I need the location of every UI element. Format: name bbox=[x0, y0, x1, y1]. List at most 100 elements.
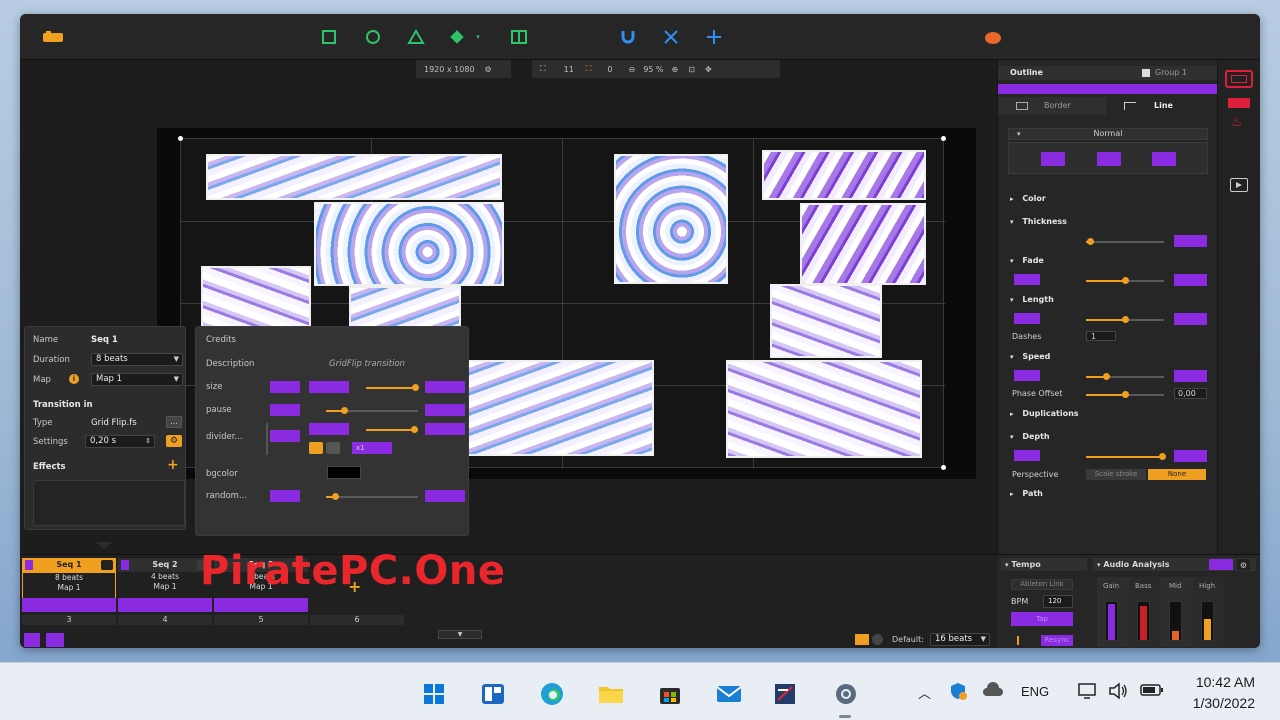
widgets-icon[interactable] bbox=[479, 680, 507, 708]
size-value-field[interactable] bbox=[309, 381, 349, 393]
canvas-handle[interactable] bbox=[178, 136, 183, 141]
pan-icon[interactable]: ✥ bbox=[705, 65, 712, 74]
battery-icon[interactable] bbox=[1140, 682, 1164, 700]
pen-tool-icon[interactable] bbox=[446, 26, 468, 48]
phase-field[interactable]: 0,00 bbox=[1174, 388, 1207, 399]
clock-date[interactable]: 1/30/2022 bbox=[1181, 695, 1255, 711]
canvas-handle[interactable] bbox=[941, 465, 946, 470]
fade-slider[interactable] bbox=[1086, 277, 1164, 284]
audio-analysis-header[interactable]: ▾ Audio Analysis ⚙ bbox=[1093, 558, 1256, 571]
random-max-field[interactable] bbox=[425, 490, 465, 502]
language-indicator[interactable]: ENG bbox=[1021, 684, 1049, 699]
length-slider[interactable] bbox=[1086, 316, 1164, 323]
tap-button[interactable]: Tap bbox=[1011, 612, 1073, 626]
network-icon[interactable] bbox=[1077, 681, 1099, 703]
line-style-swatch[interactable] bbox=[1097, 152, 1121, 166]
thickness-max-field[interactable] bbox=[1174, 235, 1207, 247]
surface-tile[interactable] bbox=[314, 202, 504, 286]
divider-value-field[interactable] bbox=[309, 423, 349, 435]
cloud-icon[interactable] bbox=[982, 682, 1004, 700]
add-effect-button[interactable]: + bbox=[167, 457, 179, 473]
grid-tool-icon[interactable] bbox=[508, 26, 530, 48]
app-logo-icon[interactable] bbox=[42, 26, 64, 48]
seq-tab[interactable]: Seq 2 bbox=[118, 558, 212, 572]
effects-list[interactable] bbox=[33, 480, 185, 526]
fit-icon[interactable]: ⛶ bbox=[540, 64, 546, 74]
section-color[interactable]: ▸ Color bbox=[998, 194, 1218, 203]
crosshair-icon[interactable] bbox=[703, 26, 725, 48]
divider-extra-field[interactable]: x1 bbox=[352, 442, 392, 454]
dashes-stepper[interactable]: 1 bbox=[1086, 331, 1116, 341]
settings-gear-icon[interactable]: ⚙ bbox=[166, 435, 182, 447]
line-style-swatch[interactable] bbox=[1152, 152, 1176, 166]
pause-max-field[interactable] bbox=[425, 404, 465, 416]
clock-time[interactable]: 10:42 AM bbox=[1187, 674, 1255, 690]
size-max-field[interactable] bbox=[425, 381, 465, 393]
select-icon[interactable]: ⛶ bbox=[586, 64, 592, 74]
surface-tile[interactable] bbox=[800, 203, 926, 285]
edge-browser-icon[interactable] bbox=[538, 680, 566, 708]
blend-mode-select[interactable]: ▾ Normal bbox=[998, 128, 1218, 140]
bass-meter[interactable] bbox=[1137, 601, 1150, 641]
pause-slider[interactable] bbox=[326, 407, 418, 414]
bgcolor-swatch[interactable] bbox=[327, 466, 361, 479]
lock-icon[interactable] bbox=[309, 442, 323, 454]
surface-tile[interactable] bbox=[614, 154, 728, 284]
size-min-field[interactable] bbox=[270, 381, 300, 393]
depth-min-field[interactable] bbox=[1014, 450, 1040, 461]
phase-slider[interactable] bbox=[1086, 391, 1164, 398]
fill-effect-icon[interactable] bbox=[1228, 98, 1250, 108]
map-info-icon[interactable]: i bbox=[69, 374, 79, 384]
speed-max-field[interactable] bbox=[1174, 370, 1207, 382]
seq-tab[interactable]: Seq 1 bbox=[22, 558, 116, 572]
random-min-field[interactable] bbox=[270, 490, 300, 502]
link-icon[interactable] bbox=[326, 442, 340, 454]
section-speed[interactable]: ▾ Speed bbox=[998, 352, 1218, 361]
duration-select[interactable]: 8 beats ▼ bbox=[91, 353, 183, 366]
line-style-swatch[interactable] bbox=[1041, 152, 1065, 166]
section-length[interactable]: ▾ Length bbox=[998, 295, 1218, 304]
tab-border[interactable]: Border bbox=[998, 97, 1106, 115]
canvas-handle[interactable] bbox=[941, 136, 946, 141]
random-slider[interactable] bbox=[326, 493, 418, 500]
seq-card[interactable]: 4 beats Map 1 bbox=[118, 572, 212, 593]
section-fade[interactable]: ▾ Fade bbox=[998, 256, 1218, 265]
gain-meter[interactable] bbox=[1105, 601, 1118, 641]
seq-track-bar[interactable] bbox=[214, 598, 308, 612]
tempo-header[interactable]: ▾ Tempo bbox=[1001, 558, 1087, 571]
audio-source-field[interactable] bbox=[1209, 559, 1233, 570]
perspective-option-none[interactable]: None bbox=[1148, 469, 1206, 480]
speed-min-field[interactable] bbox=[1014, 370, 1040, 381]
high-meter[interactable] bbox=[1201, 601, 1214, 641]
section-depth[interactable]: ▾ Depth bbox=[998, 432, 1218, 441]
length-max-field[interactable] bbox=[1174, 313, 1207, 325]
size-slider[interactable] bbox=[366, 384, 420, 391]
pause-min-field[interactable] bbox=[270, 404, 300, 416]
sync-icon[interactable] bbox=[872, 634, 883, 645]
surface-tile[interactable] bbox=[206, 154, 502, 200]
group-checkbox[interactable] bbox=[1142, 69, 1150, 77]
section-path[interactable]: ▸ Path bbox=[998, 489, 1218, 498]
fade-min-field[interactable] bbox=[1014, 274, 1040, 285]
depth-slider[interactable] bbox=[1086, 453, 1166, 460]
media-icon[interactable] bbox=[1230, 178, 1248, 192]
type-browse-button[interactable]: ... bbox=[166, 416, 182, 428]
magnet-icon[interactable] bbox=[617, 26, 639, 48]
fade-max-field[interactable] bbox=[1174, 274, 1207, 286]
resync-button[interactable]: Resync bbox=[1041, 635, 1073, 646]
settings-gear-icon[interactable] bbox=[832, 680, 860, 708]
surface-tile[interactable] bbox=[770, 284, 882, 358]
section-thickness[interactable]: ▾ Thickness bbox=[998, 217, 1218, 226]
triangle-tool-icon[interactable] bbox=[405, 26, 427, 48]
length-min-field[interactable] bbox=[1014, 313, 1040, 324]
outline-effect-icon[interactable] bbox=[1225, 70, 1253, 88]
map-select[interactable]: Map 1 ▼ bbox=[91, 373, 183, 386]
perspective-option-scale[interactable]: Scale stroke bbox=[1086, 469, 1146, 480]
circle-tool-icon[interactable] bbox=[362, 26, 384, 48]
audio-settings-icon[interactable]: ⚙ bbox=[1237, 559, 1250, 570]
default-length-select[interactable]: 16 beats ▼ bbox=[930, 633, 990, 646]
zoom-out-icon[interactable]: ⊖ bbox=[629, 65, 636, 74]
zoom-fit-icon[interactable]: ⊡ bbox=[688, 65, 695, 74]
thickness-slider[interactable] bbox=[1086, 238, 1164, 245]
file-explorer-icon[interactable] bbox=[597, 680, 625, 708]
